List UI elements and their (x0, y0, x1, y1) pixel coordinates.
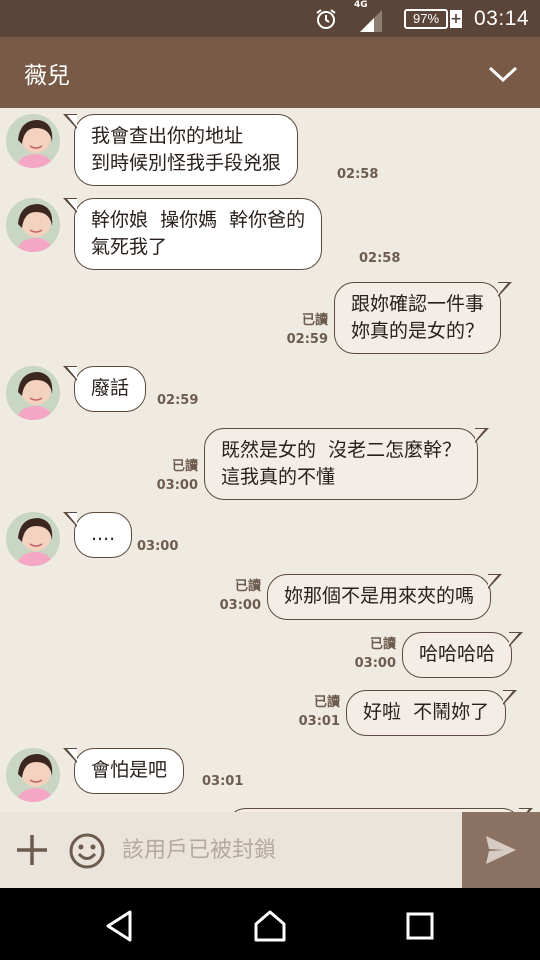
avatar[interactable] (6, 366, 60, 420)
message-bubble-incoming: .... (62, 511, 133, 558)
message-time: 02:58 (337, 167, 379, 182)
send-icon[interactable] (462, 812, 540, 888)
chat-header: 薇兒 (0, 37, 540, 108)
message-bubble-incoming: 廢話 (62, 365, 147, 412)
message-time: 03:00 (219, 598, 261, 613)
message-bubble-incoming: 會怕是吧 (62, 747, 185, 794)
message-bubble-outgoing: 既然是女的 沒老二怎麼幹？ 這我真的不懂 (204, 427, 490, 500)
avatar[interactable] (6, 748, 60, 802)
message-time: 03:01 (298, 714, 340, 729)
message-time: 02:59 (157, 393, 199, 408)
battery-level: 97% (412, 11, 440, 26)
read-receipt: 已讀 (313, 695, 340, 710)
message-time: 02:58 (359, 251, 401, 266)
message-meta: 已讀 02:59 (270, 311, 328, 349)
read-receipt: 已讀 (369, 637, 396, 652)
message-time: 03:00 (156, 478, 198, 493)
chat-title: 薇兒 (24, 63, 70, 89)
message-bubble-outgoing: 妳那個不是用來夾的嗎 (267, 573, 503, 620)
clock: 03:14 (474, 6, 530, 30)
read-receipt: 已讀 (301, 313, 328, 328)
read-receipt: 已讀 (234, 579, 261, 594)
emoji-icon[interactable] (68, 832, 106, 870)
message-meta: 已讀 03:00 (338, 635, 396, 673)
message-time: 03:00 (354, 656, 396, 671)
signal-icon: 4G (352, 0, 386, 37)
back-icon[interactable] (100, 906, 140, 946)
avatar[interactable] (6, 512, 60, 566)
read-receipt: 已讀 (171, 459, 198, 474)
message-list[interactable]: 我會查出你的地址 到時候別怪我手段兇狠 02:58 幹你娘 操你媽 幹你爸的 氣… (0, 108, 540, 812)
message-time: 03:00 (137, 539, 179, 554)
message-bubble-outgoing: 哈哈哈哈 (402, 631, 524, 678)
message-bubble-incoming: 幹你娘 操你媽 幹你爸的 氣死我了 (62, 197, 323, 270)
chevron-down-icon[interactable] (486, 59, 520, 89)
message-bubble-outgoing: 跟妳確認一件事 妳真的是女的？ (334, 281, 513, 354)
navigation-bar (0, 888, 540, 960)
plus-icon[interactable] (14, 832, 50, 868)
avatar[interactable] (6, 198, 60, 252)
network-type: 4G (354, 0, 368, 10)
message-meta: 已讀 03:01 (282, 693, 340, 731)
message-time: 02:59 (286, 332, 328, 347)
recents-icon[interactable] (400, 906, 440, 946)
message-time: 03:01 (202, 774, 244, 789)
message-input[interactable] (122, 826, 452, 874)
home-icon[interactable] (250, 906, 290, 946)
input-bar (0, 812, 540, 888)
message-meta: 已讀 03:00 (140, 457, 198, 495)
battery-icon: 97% + (404, 0, 464, 37)
alarm-icon (314, 0, 340, 37)
message-meta: 已讀 03:00 (203, 577, 261, 615)
message-bubble-outgoing: 好啦 不鬧妳了 (346, 689, 518, 736)
status-bar: 4G 97% + 03:14 (0, 0, 540, 37)
message-bubble-incoming: 我會查出你的地址 到時候別怪我手段兇狠 (62, 113, 299, 186)
avatar[interactable] (6, 114, 60, 168)
